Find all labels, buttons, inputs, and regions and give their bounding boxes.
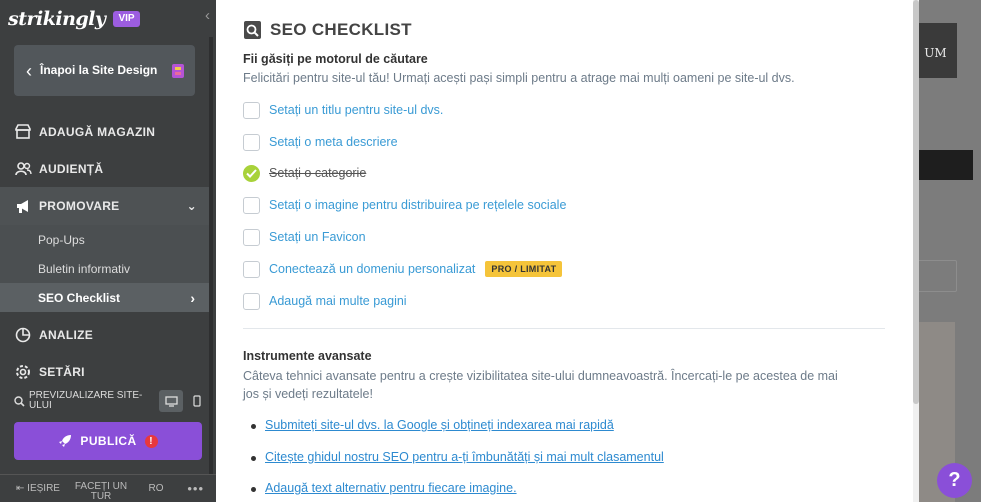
section-advanced-heading: Instrumente avansate: [243, 349, 372, 363]
collapse-sidebar-icon[interactable]: ‹: [205, 7, 210, 24]
nav-promotion[interactable]: PROMOVARE ⌄: [0, 187, 209, 225]
nav-add-store[interactable]: ADAUGĂ MAGAZIN: [0, 113, 209, 150]
strikingly-logo[interactable]: strikingly: [8, 8, 106, 30]
checklist-item-favicon[interactable]: Setați un Favicon: [243, 228, 366, 246]
checklist-item-label[interactable]: Conectează un domeniu personalizat: [269, 262, 475, 276]
checklist-item-add-pages[interactable]: Adaugă mai multe pagini: [243, 292, 407, 310]
chevron-right-icon: ›: [190, 289, 195, 306]
chevron-left-icon: ‹: [26, 60, 32, 81]
checkbox[interactable]: [243, 133, 260, 151]
publish-label: PUBLICĂ: [80, 434, 137, 448]
checklist-item-label[interactable]: Setați o meta descriere: [269, 135, 398, 149]
publish-button[interactable]: PUBLICĂ !: [14, 422, 202, 460]
sub-item-seo-label: SEO Checklist: [38, 290, 121, 305]
checklist-item-label[interactable]: Setați un titlu pentru site-ul dvs.: [269, 103, 443, 117]
exit-button[interactable]: ⇤ IEȘIRE: [0, 483, 66, 494]
nav-settings[interactable]: SETĂRI: [0, 353, 209, 390]
site-preview-background: UM: [919, 0, 981, 502]
mobile-preview-button[interactable]: [185, 390, 209, 412]
nav-audience-label: AUDIENȚĂ: [39, 161, 104, 176]
pro-limited-badge: PRO / LIMITAT: [485, 261, 563, 277]
nav-add-store-label: ADAUGĂ MAGAZIN: [39, 124, 156, 139]
sub-item-newsletter[interactable]: Buletin informativ: [0, 254, 209, 283]
back-button-label: Înapoi la Site Design: [40, 63, 158, 77]
desktop-preview-button[interactable]: [159, 390, 183, 412]
desktop-icon: [164, 395, 178, 407]
checklist-item-custom-domain[interactable]: Conectează un domeniu personalizat PRO /…: [243, 260, 563, 278]
megaphone-icon: [14, 197, 32, 215]
section-advanced-desc-line2: jos și vedeți rezultatele!: [243, 387, 373, 401]
nav-promotion-label: PROMOVARE: [39, 199, 120, 213]
nav-audience[interactable]: AUDIENȚĂ: [0, 150, 209, 187]
nav-analytics-label: ANALIZE: [39, 327, 94, 342]
sidebar-footer: ⇤ IEȘIRE FACEȚI UN TUR RO •••: [0, 474, 216, 502]
mobile-icon: [193, 395, 201, 407]
section-advanced-desc-line1: Câteva tehnici avansate pentru a crește …: [243, 369, 838, 383]
rocket-icon: [59, 435, 72, 447]
search-icon: [14, 395, 25, 407]
advanced-links-list: Submiteți site-ul dvs. la Google și obți…: [251, 418, 871, 502]
take-tour-button[interactable]: FACEȚI UN TUR: [66, 476, 136, 502]
preview-site-label[interactable]: PREVIZUALIZARE SITE-ULUI: [25, 391, 157, 411]
chevron-down-icon: ⌄: [186, 199, 197, 213]
gear-icon: [14, 363, 32, 381]
exit-label: IEȘIRE: [27, 483, 60, 494]
checklist-item-label[interactable]: Setați o imagine pentru distribuirea pe …: [269, 198, 566, 212]
sidebar-nav: ADAUGĂ MAGAZIN AUDIENȚĂ PROMOVARE ⌄ Pop-…: [0, 113, 209, 390]
pie-chart-icon: [14, 326, 32, 344]
checkmark-icon: [246, 168, 257, 178]
back-to-site-design-button[interactable]: ‹ Înapoi la Site Design: [14, 45, 195, 96]
section-search-engine-desc: Felicitări pentru site-ul tău! Urmați ac…: [243, 71, 795, 85]
checklist-item-social-image[interactable]: Setați o imagine pentru distribuirea pe …: [243, 196, 566, 214]
link-submit-google[interactable]: Submiteți site-ul dvs. la Google și obți…: [251, 418, 871, 450]
link-seo-guide[interactable]: Citește ghidul nostru SEO pentru a-ți îm…: [251, 450, 871, 482]
checklist-item-meta-description[interactable]: Setați o meta descriere: [243, 133, 398, 151]
checkbox[interactable]: [243, 260, 260, 278]
promotion-submenu: Pop-Ups Buletin informativ SEO Checklist…: [0, 225, 209, 312]
sub-item-seo-checklist[interactable]: SEO Checklist ›: [0, 283, 209, 312]
more-options-button[interactable]: •••: [187, 481, 204, 496]
section-search-engine-heading: Fii găsiți pe motorul de căutare: [243, 52, 428, 66]
checklist-item-title[interactable]: Setați un titlu pentru site-ul dvs.: [243, 101, 443, 119]
checkbox[interactable]: [243, 101, 260, 119]
checklist-item-category[interactable]: Setați o categorie: [243, 164, 366, 182]
link-alt-text[interactable]: Adaugă text alternativ pentru fiecare im…: [251, 481, 871, 502]
checkbox[interactable]: [243, 292, 260, 310]
seo-checklist-panel: SEO CHECKLIST Fii găsiți pe motorul de c…: [216, 0, 913, 502]
divider: [243, 328, 885, 329]
checkbox[interactable]: [243, 196, 260, 214]
checklist-item-label[interactable]: Setați un Favicon: [269, 230, 366, 244]
page-title: SEO CHECKLIST: [243, 20, 412, 40]
checklist-item-label[interactable]: Setați o categorie: [269, 166, 366, 180]
preview-button-fragment: UM: [919, 23, 957, 78]
preview-dark-bar: [919, 150, 973, 180]
vip-badge: VIP: [113, 10, 140, 27]
design-icon: [172, 63, 184, 78]
seo-search-icon: [244, 21, 261, 39]
nav-analytics[interactable]: ANALIZE: [0, 316, 209, 353]
sidebar-header: strikingly VIP ‹: [0, 0, 216, 37]
language-selector[interactable]: RO: [136, 483, 176, 494]
sidebar: strikingly VIP ‹ ‹ Înapoi la Site Design…: [0, 0, 216, 502]
checkbox[interactable]: [243, 228, 260, 246]
preview-input-fragment: [919, 260, 957, 292]
nav-settings-label: SETĂRI: [39, 364, 85, 379]
sub-item-popups[interactable]: Pop-Ups: [0, 225, 209, 254]
warning-icon: !: [144, 434, 158, 448]
store-icon: [14, 123, 32, 141]
checklist-item-label[interactable]: Adaugă mai multe pagini: [269, 294, 407, 308]
audience-icon: [14, 160, 32, 178]
checkbox-checked[interactable]: [243, 164, 260, 182]
page-title-text: SEO CHECKLIST: [270, 20, 412, 39]
preview-site-row: PREVIZUALIZARE SITE-ULUI: [14, 388, 209, 414]
help-button[interactable]: ?: [937, 463, 972, 498]
sidebar-scrollbar[interactable]: [209, 37, 213, 474]
